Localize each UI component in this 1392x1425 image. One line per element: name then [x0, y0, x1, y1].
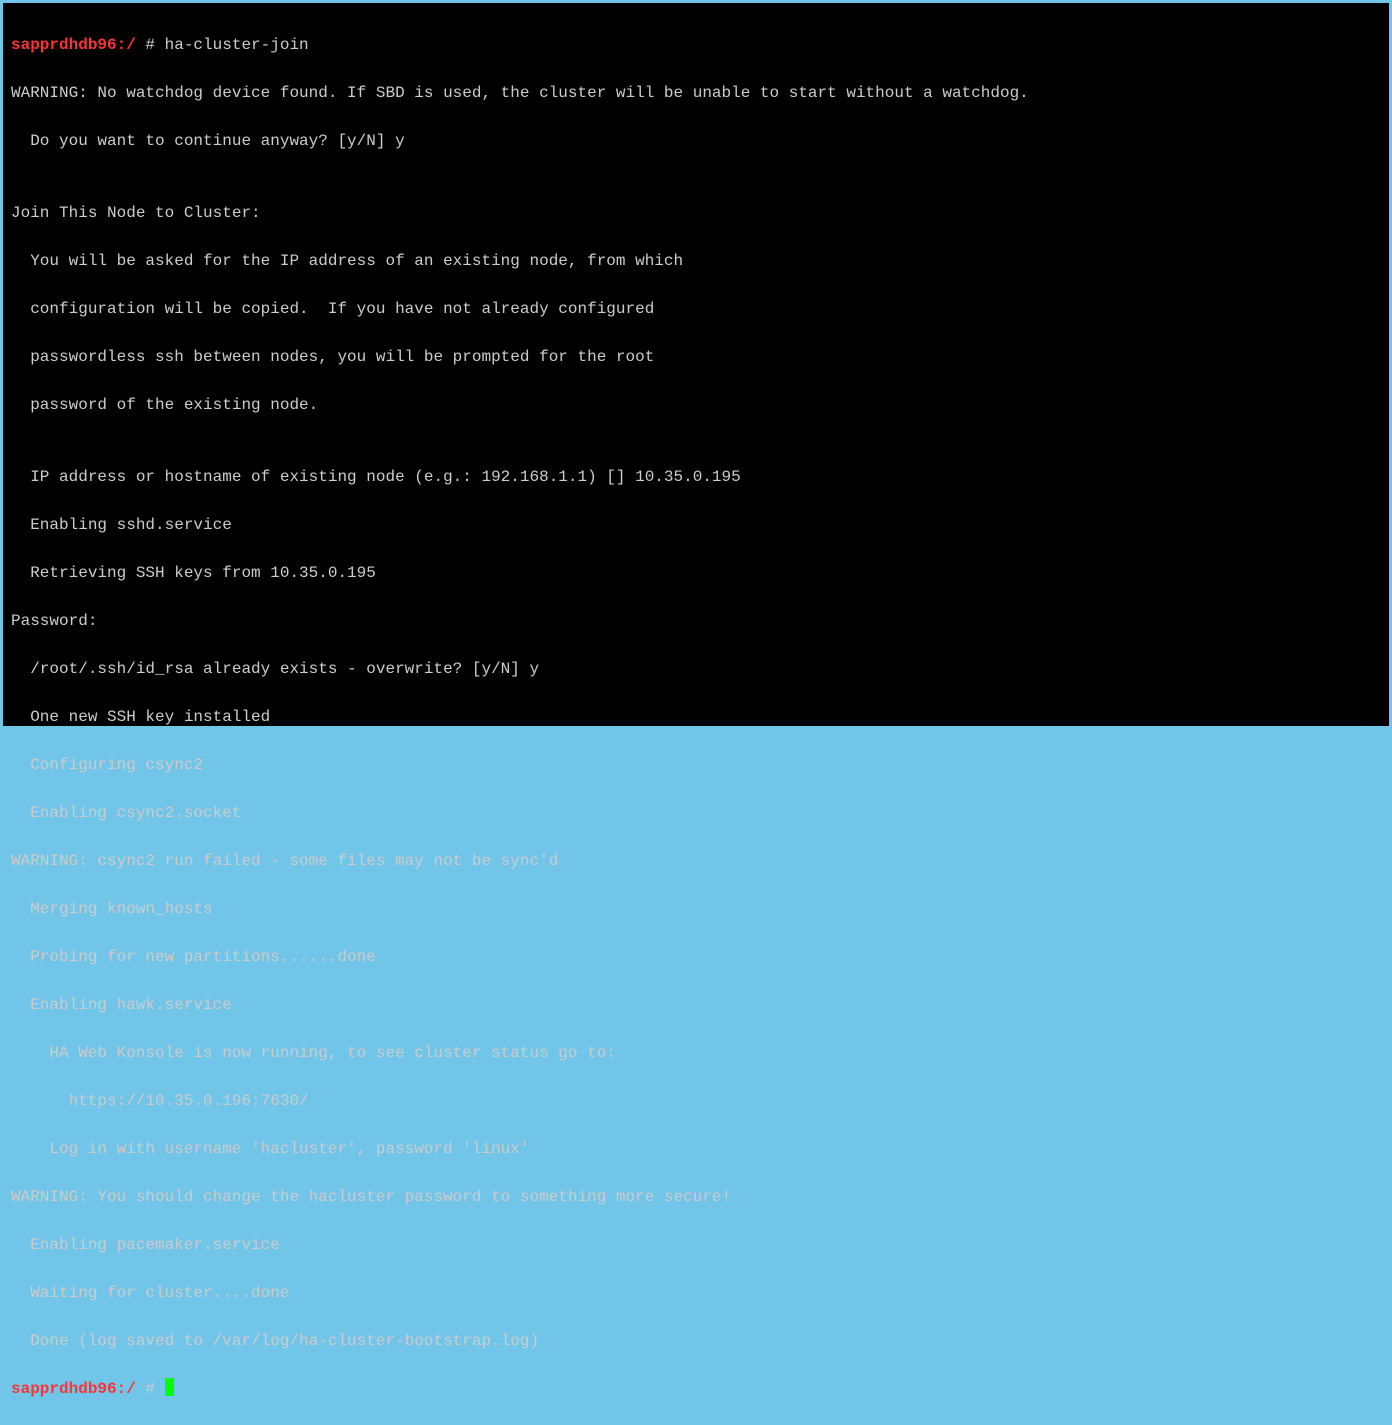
- terminal-line: Log in with username 'hacluster', passwo…: [11, 1137, 1381, 1161]
- terminal-line: You will be asked for the IP address of …: [11, 249, 1381, 273]
- terminal-line: password of the existing node.: [11, 393, 1381, 417]
- terminal-line: Enabling hawk.service: [11, 993, 1381, 1017]
- terminal-line: Merging known_hosts: [11, 897, 1381, 921]
- terminal-line: WARNING: csync2 run failed - some files …: [11, 849, 1381, 873]
- shell-prompt-host: sapprdhdb96:/: [11, 1380, 145, 1398]
- terminal-line: passwordless ssh between nodes, you will…: [11, 345, 1381, 369]
- terminal-line: /root/.ssh/id_rsa already exists - overw…: [11, 657, 1381, 681]
- terminal-line: WARNING: No watchdog device found. If SB…: [11, 81, 1381, 105]
- terminal-line: Enabling csync2.socket: [11, 801, 1381, 825]
- terminal-line: Enabling sshd.service: [11, 513, 1381, 537]
- terminal-line: WARNING: You should change the hacluster…: [11, 1185, 1381, 1209]
- terminal-line: Done (log saved to /var/log/ha-cluster-b…: [11, 1329, 1381, 1353]
- terminal-window[interactable]: sapprdhdb96:/ # ha-cluster-join WARNING:…: [3, 3, 1389, 726]
- shell-prompt-hash: #: [145, 36, 164, 54]
- terminal-line: One new SSH key installed: [11, 705, 1381, 729]
- terminal-line: Waiting for cluster....done: [11, 1281, 1381, 1305]
- shell-prompt-host: sapprdhdb96:/: [11, 36, 145, 54]
- terminal-line: sapprdhdb96:/ #: [11, 1377, 1381, 1401]
- terminal-line: Configuring csync2: [11, 753, 1381, 777]
- terminal-line: IP address or hostname of existing node …: [11, 465, 1381, 489]
- terminal-line: HA Web Konsole is now running, to see cl…: [11, 1041, 1381, 1065]
- terminal-line: Password:: [11, 609, 1381, 633]
- terminal-line: Retrieving SSH keys from 10.35.0.195: [11, 561, 1381, 585]
- cursor-icon: [165, 1378, 174, 1396]
- terminal-line: Enabling pacemaker.service: [11, 1233, 1381, 1257]
- shell-command: ha-cluster-join: [165, 36, 309, 54]
- terminal-line: Do you want to continue anyway? [y/N] y: [11, 129, 1381, 153]
- terminal-line: Join This Node to Cluster:: [11, 201, 1381, 225]
- terminal-line: https://10.35.0.196:7630/: [11, 1089, 1381, 1113]
- terminal-line: Probing for new partitions......done: [11, 945, 1381, 969]
- shell-prompt-hash: #: [145, 1380, 164, 1398]
- terminal-line: configuration will be copied. If you hav…: [11, 297, 1381, 321]
- terminal-line: sapprdhdb96:/ # ha-cluster-join: [11, 33, 1381, 57]
